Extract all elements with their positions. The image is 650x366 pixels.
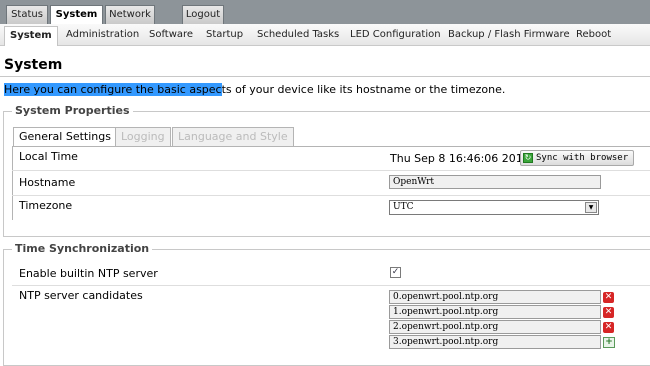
submenu-reboot[interactable]: Reboot [576,28,611,46]
remove-icon[interactable]: ✕ [603,292,614,303]
description-text: ts of your device like its hostname or t… [221,83,506,96]
submenu-scheduled-tasks[interactable]: Scheduled Tasks [257,28,339,46]
row-divider [12,285,650,286]
remove-icon[interactable]: ✕ [603,322,614,333]
submenu-backup-flash[interactable]: Backup / Flash Firmware [448,28,570,46]
tab-status[interactable]: Status [6,5,48,24]
time-sync-legend: Time Synchronization [12,242,153,255]
system-properties-legend: System Properties [12,104,133,117]
sync-button-label: Sync with browser [536,153,629,163]
ntp-server-input[interactable]: 3.openwrt.pool.ntp.org [389,335,601,349]
selected-text: Here you can configure the basic aspec [4,83,222,96]
sync-with-browser-button[interactable]: ↻ Sync with browser [520,150,634,166]
timezone-label: Timezone [19,199,73,212]
subtab-general-settings[interactable]: General Settings [13,127,117,147]
title-divider [0,76,650,77]
timezone-select[interactable]: UTC ▼ [389,200,599,215]
local-time-value: Thu Sep 8 16:46:06 2011 [390,152,530,165]
system-submenu: System Administration Software Startup S… [0,24,650,46]
ntp-enable-checkbox[interactable]: ✓ [390,267,401,278]
subtab-language-style[interactable]: Language and Style [172,127,294,146]
subtab-logging[interactable]: Logging [115,127,171,146]
add-icon[interactable]: + [603,337,615,348]
remove-icon[interactable]: ✕ [603,307,614,318]
submenu-administration[interactable]: Administration [66,28,139,46]
top-navigation: Status System Network Logout [0,0,650,25]
ntp-enable-label: Enable builtin NTP server [19,267,158,280]
local-time-label: Local Time [19,150,78,163]
page-description: Here you can configure the basic aspects… [4,83,505,96]
submenu-startup[interactable]: Startup [206,28,243,46]
tab-logout[interactable]: Logout [182,5,224,24]
tab-system[interactable]: System [50,5,103,25]
submenu-led-configuration[interactable]: LED Configuration [350,28,441,46]
page-title: System [4,57,63,73]
ntp-server-input[interactable]: 0.openwrt.pool.ntp.org [389,290,601,304]
row-divider [12,195,650,196]
hostname-label: Hostname [19,176,76,189]
row-divider [12,170,650,171]
ntp-server-input[interactable]: 1.openwrt.pool.ntp.org [389,305,601,319]
submenu-software[interactable]: Software [149,28,193,46]
timezone-value: UTC [393,202,414,212]
submenu-system[interactable]: System [4,26,58,46]
ntp-candidates-label: NTP server candidates [19,289,143,302]
ntp-server-input[interactable]: 2.openwrt.pool.ntp.org [389,320,601,334]
chevron-down-icon[interactable]: ▼ [585,202,597,213]
hostname-input[interactable]: OpenWrt [389,175,601,189]
sync-icon: ↻ [523,153,533,163]
tab-network[interactable]: Network [105,5,155,24]
